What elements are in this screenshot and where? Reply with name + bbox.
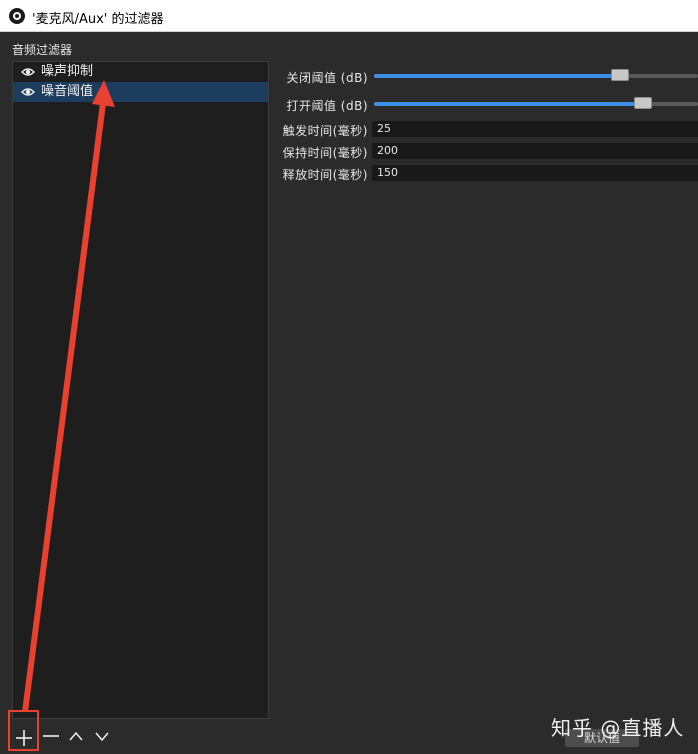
chevron-down-icon	[95, 732, 109, 742]
release-time-input[interactable]	[372, 165, 698, 181]
slider-fill	[374, 102, 643, 106]
obs-logo-icon	[9, 8, 25, 24]
plus-icon	[16, 730, 32, 746]
attack-time-input[interactable]	[372, 121, 698, 137]
add-filter-button[interactable]	[8, 710, 39, 751]
hold-time-label: 保持时间(毫秒)	[282, 146, 368, 160]
close-threshold-slider[interactable]	[374, 69, 698, 81]
slider-fill	[374, 74, 621, 78]
watermark-text: 知乎 @直播人	[551, 716, 685, 740]
attack-time-label: 触发时间(毫秒)	[282, 124, 368, 138]
move-up-button[interactable]	[64, 722, 90, 748]
release-time-label: 释放时间(毫秒)	[282, 168, 368, 182]
close-threshold-label: 关闭阈值 (dB)	[286, 71, 368, 85]
eye-icon[interactable]	[21, 67, 35, 77]
filter-item-noise-suppression[interactable]: 噪声抑制	[13, 62, 268, 82]
slider-handle[interactable]	[611, 69, 630, 81]
filter-item-label: 噪音阈值	[41, 84, 94, 99]
filter-list[interactable]: 噪声抑制 噪音阈值	[12, 61, 269, 719]
slider-handle[interactable]	[633, 97, 652, 109]
minus-icon	[43, 735, 59, 737]
filter-item-noise-gate[interactable]: 噪音阈值	[13, 82, 268, 102]
audio-filters-label: 音频过滤器	[12, 43, 73, 57]
remove-filter-button[interactable]	[39, 722, 65, 748]
hold-time-input[interactable]	[372, 143, 698, 159]
open-threshold-label: 打开阈值 (dB)	[286, 99, 368, 113]
title-bar: '麦克风/Aux' 的过滤器	[0, 0, 698, 32]
window-title: '麦克风/Aux' 的过滤器	[32, 12, 164, 27]
filter-item-label: 噪声抑制	[41, 64, 94, 79]
chevron-up-icon	[69, 731, 83, 741]
open-threshold-slider[interactable]	[374, 97, 698, 109]
filter-properties-panel: 关闭阈值 (dB) 打开阈值 (dB) 触发时间(毫秒) 保持时间(毫秒) 释放…	[270, 61, 698, 719]
eye-icon[interactable]	[21, 87, 35, 97]
move-down-button[interactable]	[90, 722, 116, 748]
